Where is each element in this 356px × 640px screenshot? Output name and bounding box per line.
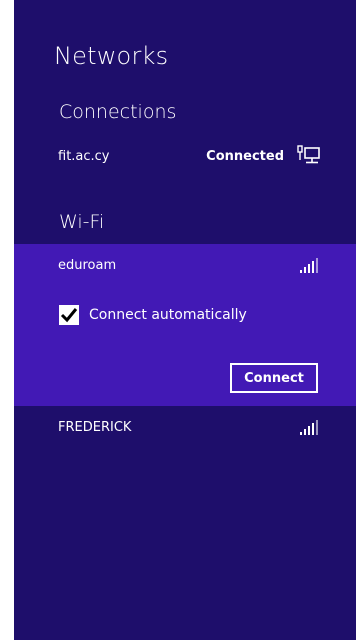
wired-network-icon [295, 144, 321, 170]
wifi-signal-icon [299, 420, 319, 436]
connect-automatically-checkbox[interactable] [59, 305, 79, 325]
checkmark-icon [60, 308, 78, 323]
networks-panel: Networks Connections fit.ac.cy Connected… [14, 0, 356, 640]
connect-automatically-label: Connect automatically [89, 307, 247, 323]
network-name: FREDERICK [58, 420, 132, 435]
wifi-network-frederick[interactable]: FREDERICK [14, 410, 356, 444]
connection-name: fit.ac.cy [58, 149, 110, 164]
wifi-network-eduroam[interactable]: eduroam Connect automatically Connect [14, 244, 356, 406]
network-name: eduroam [58, 258, 117, 273]
panel-title: Networks [54, 42, 169, 70]
connect-button[interactable]: Connect [230, 363, 318, 393]
connection-status: Connected [206, 149, 284, 164]
connection-item-fit-ac-cy[interactable]: fit.ac.cy Connected [14, 138, 356, 174]
wifi-signal-icon [299, 258, 319, 274]
connections-heading: Connections [59, 101, 177, 123]
wifi-heading: Wi-Fi [59, 211, 105, 233]
